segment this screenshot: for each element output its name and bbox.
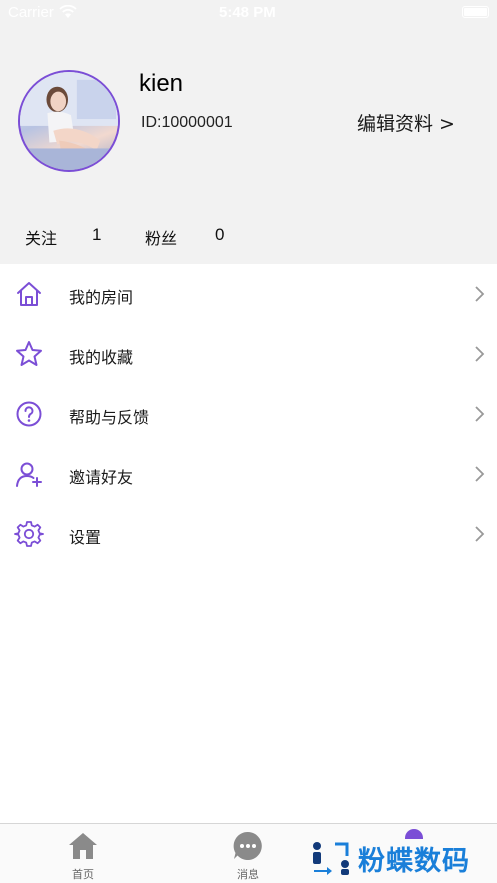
carrier-label: Carrier <box>8 4 54 21</box>
menu-item-settings[interactable]: 设置 <box>0 504 497 564</box>
following-label[interactable]: 关注 <box>25 225 57 249</box>
chevron-right-icon <box>475 406 485 422</box>
avatar[interactable] <box>18 70 120 172</box>
menu-item-favorites[interactable]: 我的收藏 <box>0 324 497 384</box>
watermark-text: 粉蝶数码 <box>358 846 470 877</box>
fans-count[interactable]: 0 <box>215 225 224 245</box>
username: kien <box>139 70 184 97</box>
home-icon <box>69 833 97 859</box>
menu-item-my-room[interactable]: 我的房间 <box>0 264 497 324</box>
chevron-right-icon <box>475 526 485 542</box>
chevron-right-icon <box>475 466 485 482</box>
watermark-logo-icon <box>313 842 349 875</box>
chevron-right-icon <box>475 286 485 302</box>
add-user-icon <box>16 462 42 487</box>
menu-label: 我的房间 <box>69 288 134 307</box>
watermark: 粉蝶数码 <box>311 837 497 877</box>
status-bar: Carrier 5:48 PM <box>0 0 497 26</box>
tab-home[interactable]: 首页 <box>43 824 123 883</box>
chevron-right-icon <box>475 346 485 362</box>
help-icon <box>16 401 42 427</box>
settings-menu: 我的房间 我的收藏 帮助与反馈 邀请好友 设置 <box>0 264 497 564</box>
avatar-photo <box>20 72 118 170</box>
menu-item-invite-friends[interactable]: 邀请好友 <box>0 444 497 504</box>
tab-home-label: 首页 <box>72 868 94 881</box>
menu-label: 设置 <box>69 528 102 547</box>
menu-label: 我的收藏 <box>69 348 134 367</box>
status-time: 5:48 PM <box>219 4 276 21</box>
edit-profile-button[interactable]: 编辑资料 > <box>357 109 455 136</box>
following-count[interactable]: 1 <box>92 225 101 245</box>
star-icon <box>16 341 42 366</box>
menu-label: 邀请好友 <box>69 468 134 487</box>
menu-item-help-feedback[interactable]: 帮助与反馈 <box>0 384 497 444</box>
chat-bubble-icon <box>233 831 262 860</box>
wifi-icon <box>59 5 77 18</box>
menu-label: 帮助与反馈 <box>69 408 150 427</box>
tab-messages-label: 消息 <box>237 868 259 881</box>
profile-header: Carrier 5:48 PM kien ID:10000001 编辑资料 > … <box>0 0 497 264</box>
tab-messages[interactable]: 消息 <box>208 824 288 883</box>
battery-icon <box>462 6 489 18</box>
home-icon <box>17 282 41 306</box>
gear-icon <box>14 521 44 547</box>
user-id: ID:10000001 <box>141 114 233 131</box>
fans-label[interactable]: 粉丝 <box>145 225 177 249</box>
